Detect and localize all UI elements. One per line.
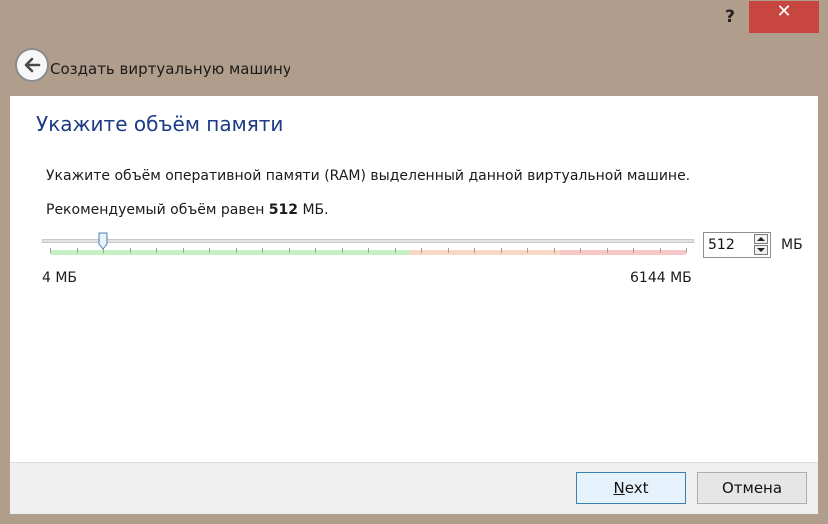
help-button[interactable]: ? (716, 4, 744, 30)
memory-spinbox[interactable]: 512 (703, 232, 771, 258)
slider-tick (474, 248, 475, 253)
memory-unit-label: МБ (781, 237, 803, 253)
slider-tick (368, 248, 369, 253)
spin-up-arrow-icon[interactable] (754, 234, 768, 244)
slider-tick (580, 248, 581, 253)
cancel-button[interactable]: Отмена (697, 472, 807, 504)
slider-tick (341, 248, 343, 253)
slider-tick (129, 248, 131, 253)
slider-min-label: 4 МБ (42, 270, 78, 286)
slider-tick (553, 248, 555, 253)
slider-tick (262, 248, 263, 253)
slider-tick (606, 248, 608, 253)
slider-thumb[interactable] (98, 232, 108, 250)
slider-tick (500, 248, 502, 253)
slider-tick (182, 248, 184, 253)
slider-max-label: 6144 МБ (630, 270, 692, 286)
memory-spinbox-value[interactable]: 512 (708, 237, 735, 253)
next-button[interactable]: Next (576, 472, 686, 504)
next-label-rest: ext (624, 479, 649, 497)
back-button[interactable] (15, 48, 49, 82)
slider-tick (209, 248, 210, 253)
slider-tick (235, 248, 237, 253)
slider-tick (156, 248, 157, 253)
spin-down-arrow-icon[interactable] (754, 245, 768, 255)
slider-tick (288, 248, 290, 253)
slider-tick (76, 248, 78, 253)
back-arrow-icon (24, 57, 41, 73)
slider-tick (659, 248, 661, 253)
slider-track (42, 239, 694, 243)
slider-zones (50, 248, 687, 255)
wizard-footer: Next Отмена (10, 462, 818, 515)
slider-tick (315, 248, 316, 253)
recommended-memory-text: Рекомендуемый объём равен 512 МБ. (46, 202, 329, 218)
slider-zone-danger (560, 250, 686, 255)
wizard-header: Создать виртуальную машину (10, 36, 818, 96)
wizard-title: Создать виртуальную машину (50, 60, 290, 78)
slider-tick (447, 248, 449, 253)
next-mnemonic: N (613, 479, 625, 497)
slider-tick (527, 248, 528, 253)
page-title: Укажите объём памяти (36, 112, 284, 136)
slider-tick (50, 248, 51, 253)
window-titlebar: ? ✕ (0, 0, 828, 36)
window-frame-bottom (0, 514, 828, 524)
slider-zone-recommended (50, 250, 410, 255)
recommend-suffix: МБ. (298, 202, 329, 218)
slider-tick (394, 248, 396, 253)
slider-zone-warning (410, 250, 560, 255)
slider-tick (633, 248, 634, 253)
memory-slider[interactable] (42, 232, 694, 262)
recommend-prefix: Рекомендуемый объём равен (46, 202, 269, 218)
slider-tick (686, 248, 687, 253)
page-description: Укажите объём оперативной памяти (RAM) в… (46, 168, 691, 184)
wizard-page: Укажите объём памяти Укажите объём опера… (10, 96, 818, 462)
close-button[interactable]: ✕ (749, 1, 819, 33)
recommend-value: 512 (268, 202, 299, 218)
slider-tick (421, 248, 422, 253)
